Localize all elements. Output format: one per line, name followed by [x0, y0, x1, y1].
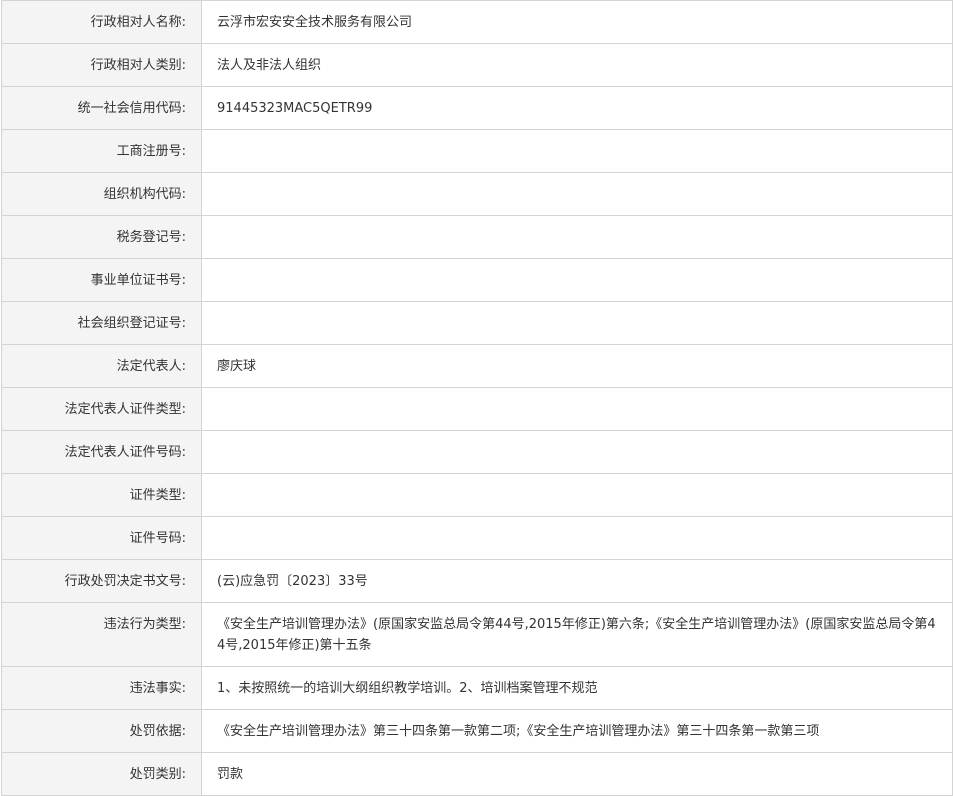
field-value [201, 473, 953, 517]
field-value [201, 129, 953, 173]
field-value: 91445323MAC5QETR99 [201, 86, 953, 130]
penalty-info-table: 行政相对人名称: 云浮市宏安安全技术服务有限公司 行政相对人类别: 法人及非法人… [1, 0, 953, 796]
field-value: 廖庆球 [201, 344, 953, 388]
table-row: 处罚依据: 《安全生产培训管理办法》第三十四条第一款第二项;《安全生产培训管理办… [1, 709, 953, 753]
table-row: 法定代表人证件号码: [1, 430, 953, 474]
field-value: 《安全生产培训管理办法》(原国家安监总局令第44号,2015年修正)第六条;《安… [201, 602, 953, 667]
field-value [201, 387, 953, 431]
table-row: 处罚类别: 罚款 [1, 752, 953, 796]
table-row: 法定代表人证件类型: [1, 387, 953, 431]
field-label: 行政相对人类别: [1, 43, 202, 87]
table-row: 统一社会信用代码: 91445323MAC5QETR99 [1, 86, 953, 130]
table-row: 事业单位证书号: [1, 258, 953, 302]
field-value: 云浮市宏安安全技术服务有限公司 [201, 0, 953, 44]
field-value: 法人及非法人组织 [201, 43, 953, 87]
field-label: 法定代表人证件号码: [1, 430, 202, 474]
table-row: 证件号码: [1, 516, 953, 560]
field-label: 行政相对人名称: [1, 0, 202, 44]
table-row: 法定代表人: 廖庆球 [1, 344, 953, 388]
field-value [201, 258, 953, 302]
table-row: 证件类型: [1, 473, 953, 517]
field-value [201, 215, 953, 259]
field-value [201, 430, 953, 474]
field-label: 统一社会信用代码: [1, 86, 202, 130]
table-row: 社会组织登记证号: [1, 301, 953, 345]
table-row: 行政相对人名称: 云浮市宏安安全技术服务有限公司 [1, 0, 953, 44]
table-row: 工商注册号: [1, 129, 953, 173]
field-label: 组织机构代码: [1, 172, 202, 216]
table-row: 行政相对人类别: 法人及非法人组织 [1, 43, 953, 87]
field-label: 证件类型: [1, 473, 202, 517]
table-row: 行政处罚决定书文号: (云)应急罚〔2023〕33号 [1, 559, 953, 603]
field-value: 罚款 [201, 752, 953, 796]
field-value: 1、未按照统一的培训大纲组织教学培训。2、培训档案管理不规范 [201, 666, 953, 710]
field-label: 处罚类别: [1, 752, 202, 796]
table-row: 组织机构代码: [1, 172, 953, 216]
field-label: 处罚依据: [1, 709, 202, 753]
field-label: 证件号码: [1, 516, 202, 560]
field-label: 事业单位证书号: [1, 258, 202, 302]
field-label: 工商注册号: [1, 129, 202, 173]
field-label: 违法事实: [1, 666, 202, 710]
field-label: 违法行为类型: [1, 602, 202, 667]
field-label: 法定代表人证件类型: [1, 387, 202, 431]
field-label: 行政处罚决定书文号: [1, 559, 202, 603]
field-label: 税务登记号: [1, 215, 202, 259]
table-row: 税务登记号: [1, 215, 953, 259]
field-value: 《安全生产培训管理办法》第三十四条第一款第二项;《安全生产培训管理办法》第三十四… [201, 709, 953, 753]
field-value [201, 516, 953, 560]
field-value [201, 301, 953, 345]
field-label: 法定代表人: [1, 344, 202, 388]
field-value [201, 172, 953, 216]
table-row: 违法事实: 1、未按照统一的培训大纲组织教学培训。2、培训档案管理不规范 [1, 666, 953, 710]
field-value: (云)应急罚〔2023〕33号 [201, 559, 953, 603]
field-label: 社会组织登记证号: [1, 301, 202, 345]
table-row: 违法行为类型: 《安全生产培训管理办法》(原国家安监总局令第44号,2015年修… [1, 602, 953, 667]
